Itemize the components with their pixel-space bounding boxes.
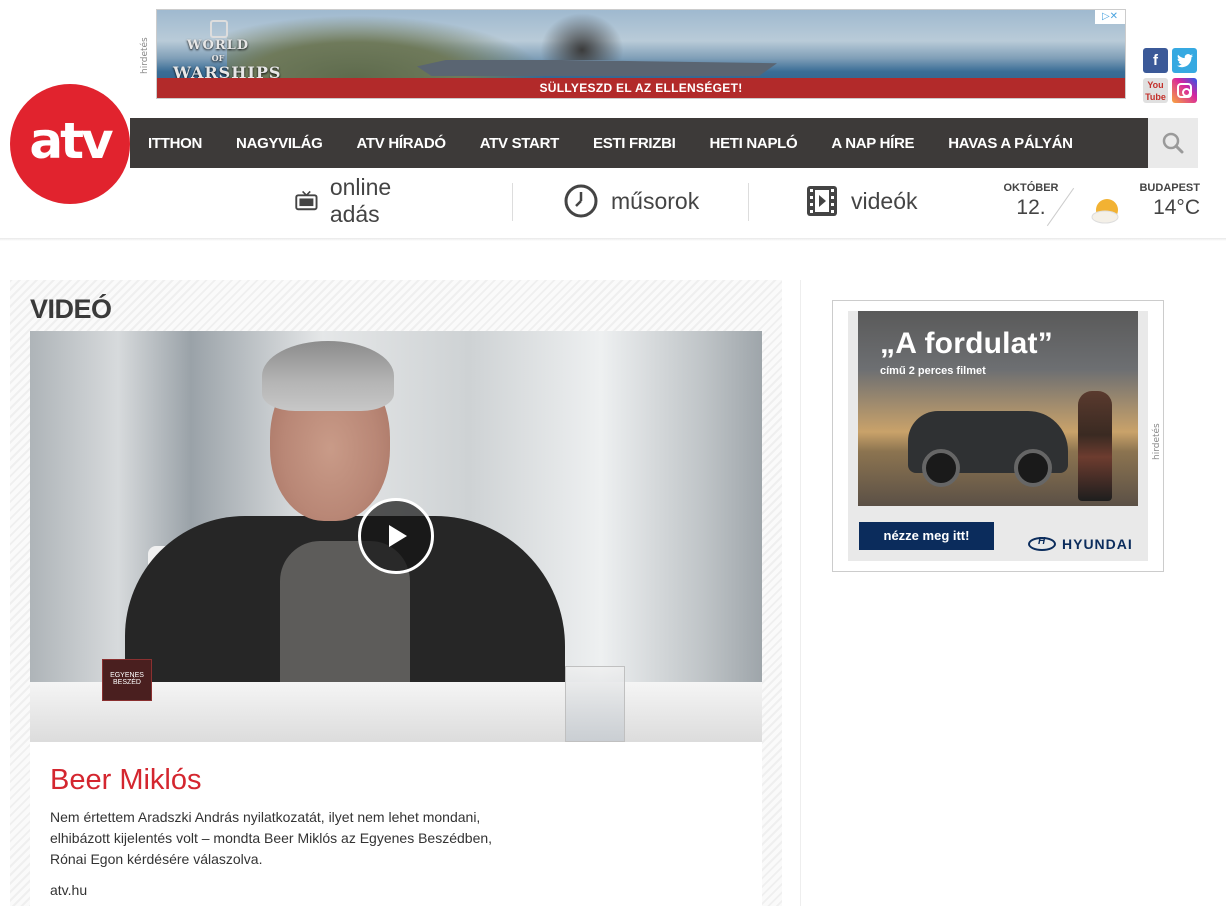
warships-emblem-icon [210,20,228,38]
online-broadcast-label: online adás [329,174,392,227]
atv-logo[interactable]: atv [10,84,130,204]
videos-label: videók [851,187,918,214]
video-info: Beer Miklós Nem értettem Aradszki András… [30,742,762,906]
show-tag: EGYENES BESZÉD [102,659,152,701]
nav-item-nagyvilag[interactable]: NAGYVILÁG [236,135,323,152]
date-widget: OKTÓBER 12. [1000,182,1062,220]
ad-photo: „A fordulat” című 2 perces filmet [858,311,1138,506]
top-banner-ad[interactable]: WORLD OF WARSHIPS SÜLLYESZD EL AZ ELLENS… [156,9,1126,99]
ad-cta-button[interactable]: nézze meg itt! [859,522,994,550]
ad-car-image [908,411,1068,487]
videos-link[interactable]: videók [805,178,917,224]
banner-tagline: SÜLLYESZD EL AZ ELLENSÉGET! [539,81,743,95]
header-divider [0,238,1226,241]
play-button[interactable] [358,498,434,574]
side-ad-label: hirdetés [1152,423,1162,460]
video-glass [565,666,625,742]
column-divider [800,280,801,906]
play-icon [389,525,407,547]
banner-tagline-strip: SÜLLYESZD EL AZ ELLENSÉGET! [157,78,1125,98]
side-ad[interactable]: „A fordulat” című 2 perces filmet nézze … [832,300,1164,572]
banner-smoke [537,10,627,60]
ad-label: hirdetés [140,37,150,74]
banner-ship-image [417,60,777,76]
video-person-hair [262,341,394,411]
nav-item-atv-hirado[interactable]: ATV HÍRADÓ [357,135,447,152]
brand-name: HYUNDAI [1062,536,1133,552]
nav-item-a-nap-hire[interactable]: A NAP HÍRE [831,135,914,152]
adchoices-icon[interactable]: ▷✕ [1095,10,1125,24]
video-title[interactable]: Beer Miklós [50,764,202,797]
search-button[interactable] [1148,118,1198,168]
video-description: Nem értettem Aradszki András nyilatkozat… [50,809,493,867]
section-heading: VIDEÓ [30,294,112,324]
video-player[interactable]: EGYENES BESZÉD [30,331,762,742]
world-of-warships-logo: WORLD OF WARSHIPS [173,18,280,84]
sun-cloud-icon [1090,196,1122,231]
nav-item-havas-a-palyan[interactable]: HAVAS A PÁLYÁN [948,135,1073,152]
film-icon [807,186,837,216]
ad-subheadline: című 2 perces filmet [880,365,986,377]
instagram-icon[interactable] [1172,78,1197,103]
youtube-icon[interactable]: You Tube [1143,78,1168,103]
twitter-icon[interactable] [1172,48,1197,73]
hyundai-emblem-icon [1028,536,1056,551]
hyundai-ad[interactable]: „A fordulat” című 2 perces filmet nézze … [848,311,1148,561]
weather-city: BUDAPEST [1139,182,1200,194]
nav-item-heti-naplo[interactable]: HETI NAPLÓ [710,135,798,152]
nav-item-itthon[interactable]: ITTHON [148,135,202,152]
social-icons: f You Tube [1143,48,1199,104]
logo-line-2: OF [211,53,225,63]
ad-person-image [1078,391,1112,501]
shows-label: műsorok [611,187,700,214]
main-nav: ITTHON NAGYVILÁG ATV HÍRADÓ ATV START ES… [130,118,1148,168]
weather-temp: 14°C [1153,196,1200,219]
weather-widget: BUDAPEST 14°C [1130,182,1200,220]
logo-text: atv [29,112,113,170]
video-section: VIDEÓ EGYENES BESZÉD Beer Miklós Nem ért… [10,280,782,906]
shows-link[interactable]: műsorok [563,178,699,224]
online-broadcast-link[interactable]: online adás [295,174,404,227]
facebook-icon[interactable]: f [1143,48,1168,73]
date-month: OKTÓBER [1003,182,1059,194]
subnav-divider [748,183,749,221]
logo-line-1: WORLD [186,38,250,53]
subnav-divider [512,183,513,221]
clock-icon [564,184,598,218]
ad-headline: „A fordulat” [880,327,1053,360]
search-icon [1162,132,1184,154]
nav-item-esti-frizbi[interactable]: ESTI FRIZBI [593,135,676,152]
tv-icon [295,190,318,211]
nav-item-atv-start[interactable]: ATV START [480,135,560,152]
hyundai-logo: HYUNDAI [1028,536,1133,552]
video-source: atv.hu [50,882,88,898]
